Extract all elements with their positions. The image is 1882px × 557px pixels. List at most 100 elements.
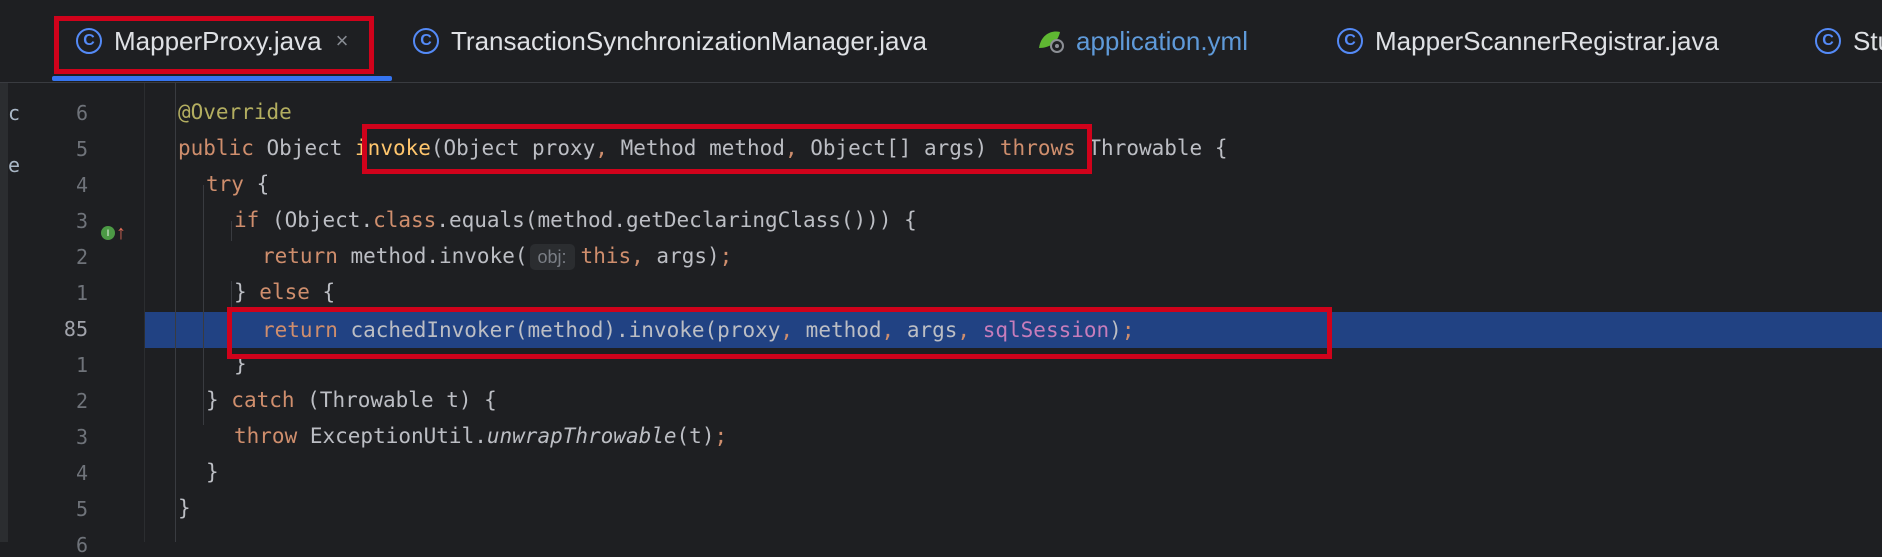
- class-icon: C: [76, 28, 102, 54]
- code-text: }: [206, 460, 219, 484]
- code-editor[interactable]: @Override public Object invoke(Object pr…: [144, 83, 1882, 542]
- line-number: 2: [75, 245, 88, 269]
- indent-guide: [175, 83, 176, 542]
- line-number: 4: [75, 173, 88, 197]
- annotation: @Override: [178, 100, 292, 124]
- keyword: throw: [234, 424, 298, 448]
- override-marker[interactable]: I ↑: [101, 223, 126, 243]
- line-number: 6: [75, 533, 88, 557]
- code-text: method: [793, 318, 882, 342]
- code-text: }: [206, 388, 232, 412]
- code-text: }: [234, 280, 260, 304]
- comma: ,: [957, 318, 971, 342]
- comma: ,: [881, 318, 895, 342]
- edge-glyph: e: [8, 153, 21, 177]
- comma: ,: [784, 136, 798, 160]
- indent-guide: [231, 221, 232, 241]
- keyword: return: [262, 318, 338, 342]
- code-text: }: [178, 496, 191, 520]
- line-number: 1: [75, 353, 88, 377]
- code-line: }: [206, 454, 219, 490]
- semicolon: ;: [714, 424, 728, 448]
- comma: ,: [631, 244, 644, 268]
- code-text: (Object.: [259, 208, 374, 232]
- keyword: class: [373, 208, 437, 232]
- code-text: ExceptionUtil.: [297, 424, 487, 448]
- keyword: else: [259, 280, 310, 304]
- code-text: ): [1109, 318, 1122, 342]
- static-method: unwrapThrowable: [486, 424, 677, 448]
- code-line: }: [234, 346, 247, 382]
- code-text: {: [309, 280, 336, 304]
- field-reference: sqlSession: [982, 318, 1110, 342]
- keyword: if: [234, 208, 260, 232]
- active-tab-indicator: [52, 76, 392, 81]
- line-number: 5: [75, 137, 88, 161]
- method-name: invoke: [355, 136, 431, 160]
- code-line: } catch (Throwable t) {: [206, 382, 497, 418]
- tab-mapperproxy-java[interactable]: C MapperProxy.java ×: [76, 0, 348, 82]
- class-icon: C: [413, 28, 439, 54]
- code-line: @Override: [178, 94, 292, 130]
- tab-partial[interactable]: C Stu: [1815, 0, 1882, 82]
- code-line: } else {: [234, 274, 335, 310]
- exception-type: Throwable {: [1075, 136, 1228, 160]
- code-text: {: [243, 172, 270, 196]
- param: Method method: [607, 136, 785, 160]
- tab-label: MapperScannerRegistrar.java: [1375, 25, 1719, 56]
- code-line: try {: [206, 166, 269, 202]
- param: Object[] args): [797, 136, 988, 160]
- code-text: method.invoke(: [337, 244, 528, 268]
- edge-glyph: c: [8, 101, 21, 125]
- tab-application-yml[interactable]: application.yml: [1036, 0, 1248, 82]
- line-number: 2: [75, 389, 88, 413]
- code-line: throw ExceptionUtil.unwrapThrowable(t);: [234, 418, 727, 454]
- tab-label: application.yml: [1076, 25, 1248, 56]
- code-line: public Object invoke(Object proxy, Metho…: [178, 130, 1227, 166]
- code-text: (Throwable t) {: [294, 388, 497, 412]
- line-number: 3: [75, 209, 88, 233]
- code-line: }: [178, 490, 191, 526]
- class-icon: C: [1815, 28, 1841, 54]
- arrow-up-icon: ↑: [116, 222, 126, 244]
- code-text: args: [894, 318, 958, 342]
- code-text: .equals(method.getDeclaringClass())) {: [436, 208, 917, 232]
- tab-transactionsynchronizationmanager-java[interactable]: C TransactionSynchronizationManager.java: [413, 0, 927, 82]
- current-line-number: 85: [63, 317, 88, 341]
- line-number: 5: [75, 497, 88, 521]
- editor-tab-bar: C MapperProxy.java × C TransactionSynchr…: [0, 0, 1882, 83]
- return-type: Object: [266, 136, 343, 160]
- code-text: }: [234, 352, 247, 376]
- line-number: 3: [75, 425, 88, 449]
- line-number: 6: [75, 101, 88, 125]
- keyword: throws: [999, 136, 1076, 160]
- line-number-gutter: c e 6 5 4 3 2 1 85 1 2 3 4 5 6 I ↑: [8, 83, 144, 557]
- semicolon: ;: [719, 244, 733, 268]
- parameter-hint: obj:: [529, 244, 575, 270]
- keyword: public: [178, 136, 254, 160]
- comma: ,: [780, 318, 794, 342]
- code-line: return method.invoke(obj: this, args);: [262, 238, 732, 274]
- code-text: args): [643, 244, 720, 268]
- keyword: catch: [231, 388, 295, 412]
- param: (Object proxy: [430, 136, 596, 160]
- tab-label: Stu: [1853, 25, 1882, 56]
- indent-guide: [231, 281, 232, 341]
- line-number: 4: [75, 461, 88, 485]
- semicolon: ;: [1121, 318, 1135, 342]
- code-line: if (Object.class.equals(method.getDeclar…: [234, 202, 917, 238]
- comma: ,: [595, 136, 608, 160]
- code-text: (t): [676, 424, 715, 448]
- keyword: return: [262, 244, 338, 268]
- line-number: 1: [75, 281, 88, 305]
- indent-guide: [203, 185, 204, 425]
- yaml-spring-icon: [1036, 28, 1066, 54]
- close-icon[interactable]: ×: [336, 28, 349, 54]
- keyword: this: [580, 244, 632, 268]
- keyword: try: [206, 172, 244, 196]
- code-text: cachedInvoker(method).invoke(proxy: [337, 318, 781, 342]
- class-icon: C: [1337, 28, 1363, 54]
- tab-mapperscannerregistrar-java[interactable]: C MapperScannerRegistrar.java: [1337, 0, 1719, 82]
- tab-label: TransactionSynchronizationManager.java: [451, 25, 927, 56]
- implements-method-icon: I: [101, 226, 115, 240]
